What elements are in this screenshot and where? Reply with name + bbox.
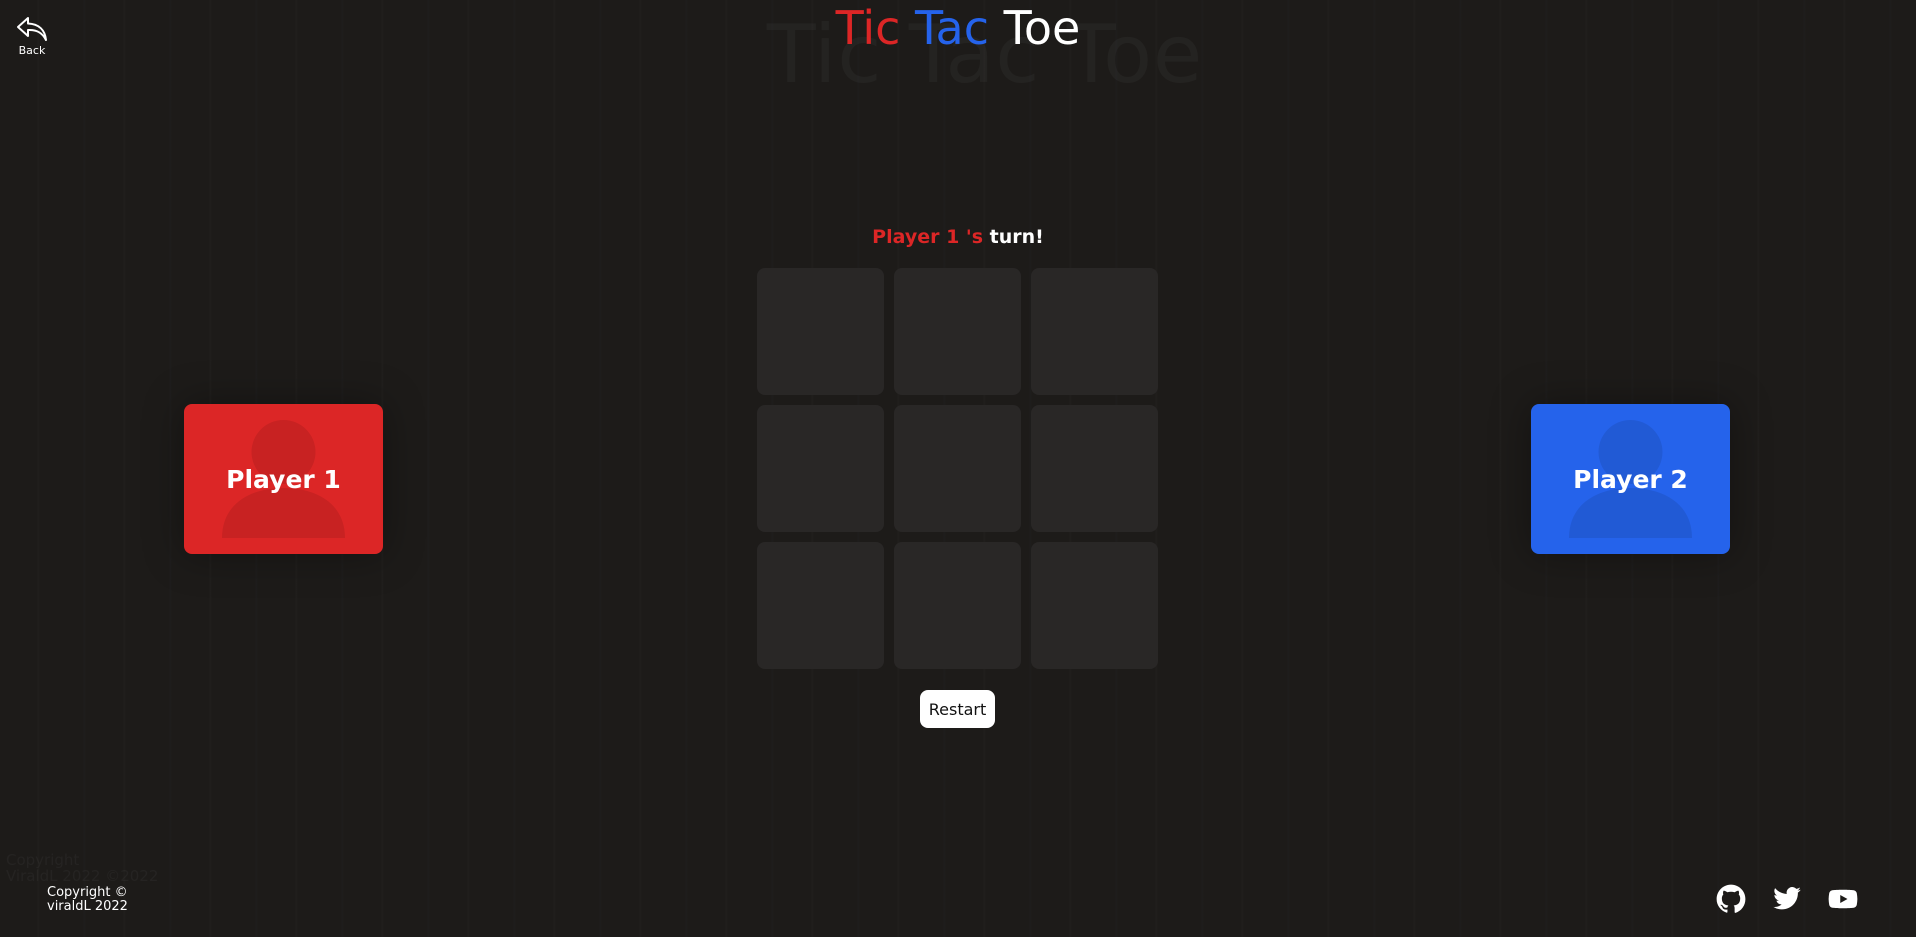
board-cell-5[interactable]: [894, 405, 1021, 532]
player-1-card: Player 1: [184, 404, 383, 554]
board-cell-3[interactable]: [1031, 268, 1158, 395]
board-cell-1[interactable]: [757, 268, 884, 395]
copyright-shadow: Copyright ViraldL 2022 ©2022: [6, 852, 158, 884]
board-cell-7[interactable]: [757, 542, 884, 669]
copyright-line-2: viraldL 2022: [47, 899, 128, 914]
player-2-card: Player 2: [1531, 404, 1730, 554]
copyright-shadow-line-2: ViraldL 2022 ©2022: [6, 868, 158, 884]
board-cell-4[interactable]: [757, 405, 884, 532]
title-toe: Toe: [1003, 1, 1081, 55]
restart-button[interactable]: Restart: [920, 690, 995, 728]
board-cell-6[interactable]: [1031, 405, 1158, 532]
turn-player-name: Player 1 's: [872, 226, 984, 248]
page-title: Tic Tac Toe: [0, 0, 1916, 56]
copyright-shadow-line-1: Copyright: [6, 852, 158, 868]
player-2-label: Player 2: [1573, 464, 1688, 494]
board-cell-9[interactable]: [1031, 542, 1158, 669]
twitter-icon[interactable]: [1772, 884, 1802, 914]
title-tic: Tic: [835, 1, 901, 55]
youtube-icon[interactable]: [1828, 884, 1858, 914]
player-1-label: Player 1: [226, 464, 341, 494]
copyright-line-1: Copyright ©: [47, 885, 128, 900]
turn-suffix: turn!: [989, 226, 1044, 248]
social-links: [1716, 884, 1858, 914]
game-board: [757, 268, 1158, 669]
github-icon[interactable]: [1716, 884, 1746, 914]
board-cell-8[interactable]: [894, 542, 1021, 669]
turn-indicator: Player 1 's turn!: [0, 226, 1916, 248]
board-cell-2[interactable]: [894, 268, 1021, 395]
title-tac: Tac: [915, 1, 989, 55]
copyright: Copyright © viraldL 2022: [47, 886, 128, 914]
